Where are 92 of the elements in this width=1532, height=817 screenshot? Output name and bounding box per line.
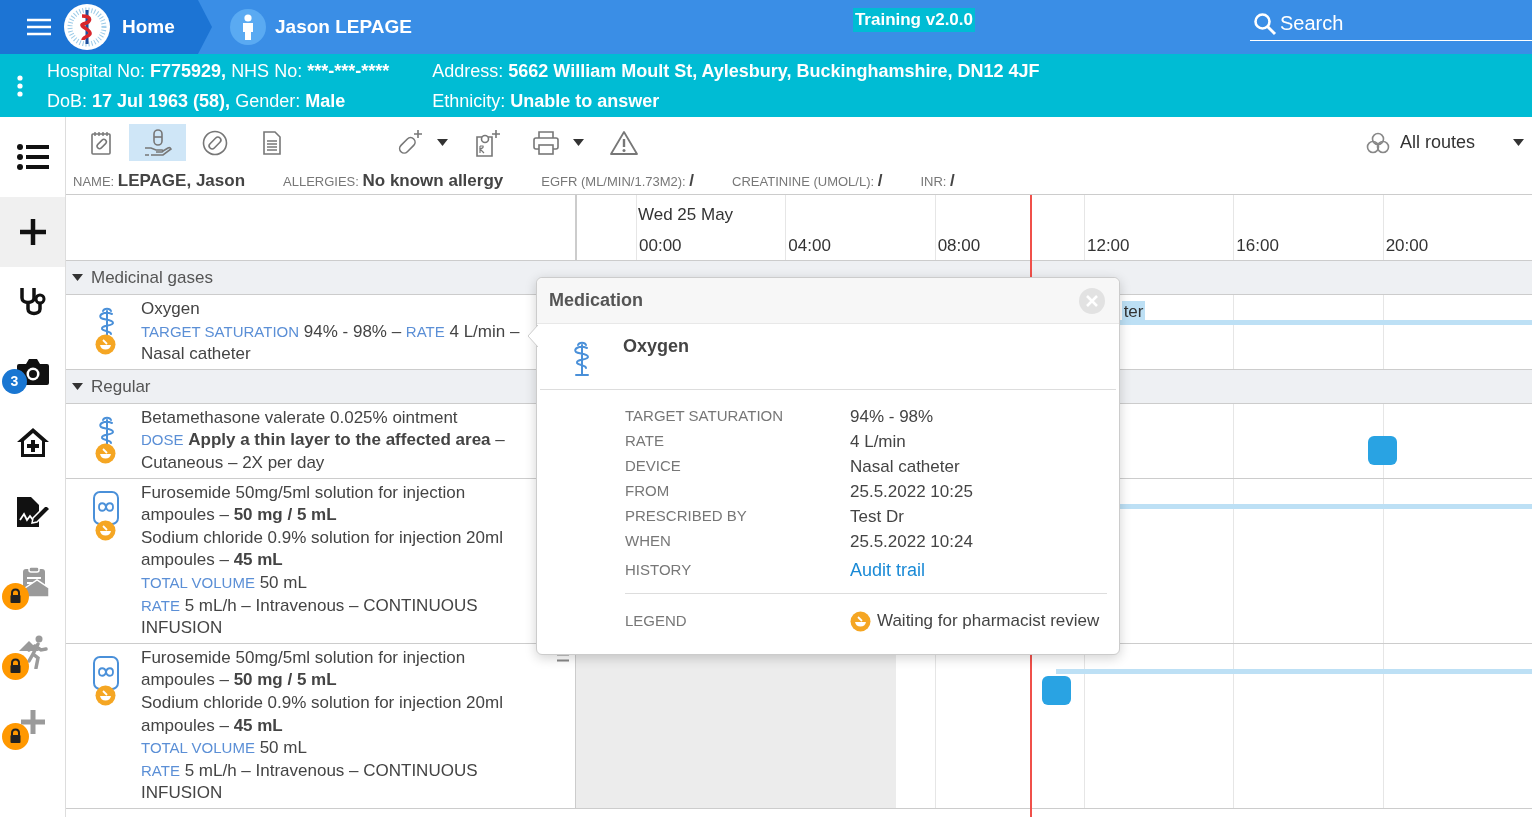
medication-details: INFUSION: [141, 782, 224, 805]
bar-label: ter: [1121, 301, 1146, 322]
person-icon: [241, 14, 255, 40]
plus-icon: [18, 218, 47, 246]
caduceus-logo: [64, 4, 110, 50]
list-icon: [16, 144, 49, 170]
time-label: 16:00: [1233, 195, 1383, 260]
search-field[interactable]: Search: [1250, 7, 1532, 41]
environment-tag: Training v2.0.0: [852, 8, 975, 32]
patient-field: CREATININE (UMOL/L): /: [732, 168, 883, 194]
medication-details: Cutaneous – 2X per day: [141, 451, 326, 474]
popup-medication-name: Oxygen: [623, 335, 690, 358]
medication-details: ampoules – 45 mL: [141, 549, 284, 572]
group-heading[interactable]: Medicinal gases: [91, 264, 213, 291]
caret-icon: [436, 139, 448, 146]
popup-title: Medication: [549, 289, 643, 312]
detail-value: 25.5.2022 10:24: [850, 530, 973, 553]
patient-field: ALLERGIES: No known allergy: [283, 168, 504, 194]
detail-value: 4 L/min: [850, 430, 906, 453]
plus-icon: [19, 709, 46, 735]
detail-label: TARGET SATURATION: [625, 406, 785, 427]
patient-field: NAME: LEPAGE, Jason: [73, 168, 245, 194]
patient-name[interactable]: Jason LEPAGE: [275, 12, 412, 42]
medication-details: TOTAL VOLUME 50 mL: [141, 737, 308, 760]
caret-icon: [572, 139, 584, 146]
medication-details: RATE 5 mL/h – Intravenous – CONTINUOUS: [141, 759, 479, 782]
legend-text: Waiting for pharmacist review: [877, 610, 1100, 633]
medication-details: Nasal catheter: [141, 343, 252, 366]
home-link[interactable]: Home: [122, 12, 175, 42]
detail-label: RATE: [625, 431, 665, 452]
audit-trail-link[interactable]: Audit trail: [850, 557, 926, 584]
patient-field: EGFR (ML/MIN/1.73M2): /: [541, 168, 695, 194]
printer-icon: [532, 129, 560, 156]
patient-detail: Ethnicity: Unable to answer: [432, 90, 661, 113]
detail-label: WHEN: [625, 531, 672, 552]
date-label: Wed 25 May: [638, 204, 734, 226]
detail-value: 94% - 98%: [850, 405, 934, 428]
pill-plus-icon: [396, 128, 424, 157]
time-label: 20:00: [1382, 195, 1532, 260]
medication-details: DOSE Apply a thin layer to the affected area –: [141, 429, 505, 452]
medication-details: Sodium chloride 0.9% solution for injection 20ml: [141, 691, 503, 714]
medication-name: Furosemide 50mg/5ml solution for injection: [141, 646, 467, 669]
pill-icon: [201, 129, 228, 156]
caret-icon: [1513, 139, 1524, 146]
patient-detail: DoB: 17 Jul 1963 (58), Gender: Male: [47, 90, 347, 113]
warning-icon: [610, 129, 638, 156]
medication-name: Betamethasone valerate 0.025% ointment: [141, 406, 459, 429]
search-icon: [1253, 12, 1277, 36]
menu-button[interactable]: [26, 17, 52, 37]
medication-name: Oxygen: [141, 298, 201, 320]
count-badge: 3: [2, 369, 27, 394]
document-icon: [261, 130, 282, 155]
detail-label: HISTORY: [625, 560, 693, 581]
infusion-icon: [92, 489, 120, 526]
notepad-pill-icon: [89, 130, 112, 155]
medication-details: ampoules – 50 mg / 5 mL: [141, 669, 338, 692]
sidebar-button[interactable]: [0, 197, 65, 267]
detail-value: 25.5.2022 10:25: [850, 480, 973, 503]
circles-icon: [1365, 131, 1390, 154]
medication-details: RATE 5 mL/h – Intravenous – CONTINUOUS: [141, 594, 479, 617]
more-icon: [17, 74, 23, 97]
stethoscope-icon: [17, 286, 48, 318]
detail-label: DEVICE: [625, 456, 682, 477]
routes-dropdown[interactable]: All routes: [1365, 129, 1524, 156]
patient-field: INR: /: [920, 168, 955, 194]
signature-icon: [14, 496, 51, 528]
medication-details: TARGET SATURATION 94% - 98% – RATE 4 L/min –: [141, 320, 520, 343]
medication-details: INFUSION: [141, 617, 224, 640]
detail-value: Test Dr: [850, 505, 904, 528]
dose-marker[interactable]: [1042, 675, 1072, 705]
medication-name: Furosemide 50mg/5ml solution for injection: [141, 481, 467, 504]
medication-details: ampoules – 45 mL: [141, 714, 284, 737]
medication-details: TOTAL VOLUME 50 mL: [141, 571, 308, 594]
detail-value: Nasal catheter: [850, 455, 960, 478]
group-heading[interactable]: Regular: [91, 373, 151, 400]
medication-details: Sodium chloride 0.9% solution for injection 20ml: [141, 526, 503, 549]
toolbar-button[interactable]: [129, 124, 186, 161]
time-label: 12:00: [1084, 195, 1234, 260]
bowl-badge-icon: [850, 610, 871, 632]
patient-detail: Hospital No: F775929, NHS No: ***-***-****: [47, 60, 390, 83]
ref-document-icon: [474, 128, 502, 157]
menu-icon: [26, 17, 52, 37]
detail-label: LEGEND: [625, 610, 688, 631]
infusion-icon: [92, 654, 120, 691]
detail-label: FROM: [625, 481, 671, 502]
dose-marker[interactable]: [1368, 435, 1398, 465]
close-icon: [1086, 294, 1098, 307]
patient-detail: Address: 5662 William Moult St, Aylesbury, Buckinghamshire, DN12 4JF: [432, 60, 1040, 83]
detail-label: PRESCRIBED BY: [625, 506, 748, 527]
time-label: 04:00: [785, 195, 935, 260]
medication-details: ampoules – 50 mg / 5 mL: [141, 504, 338, 527]
hand-pill-icon: [142, 128, 173, 157]
